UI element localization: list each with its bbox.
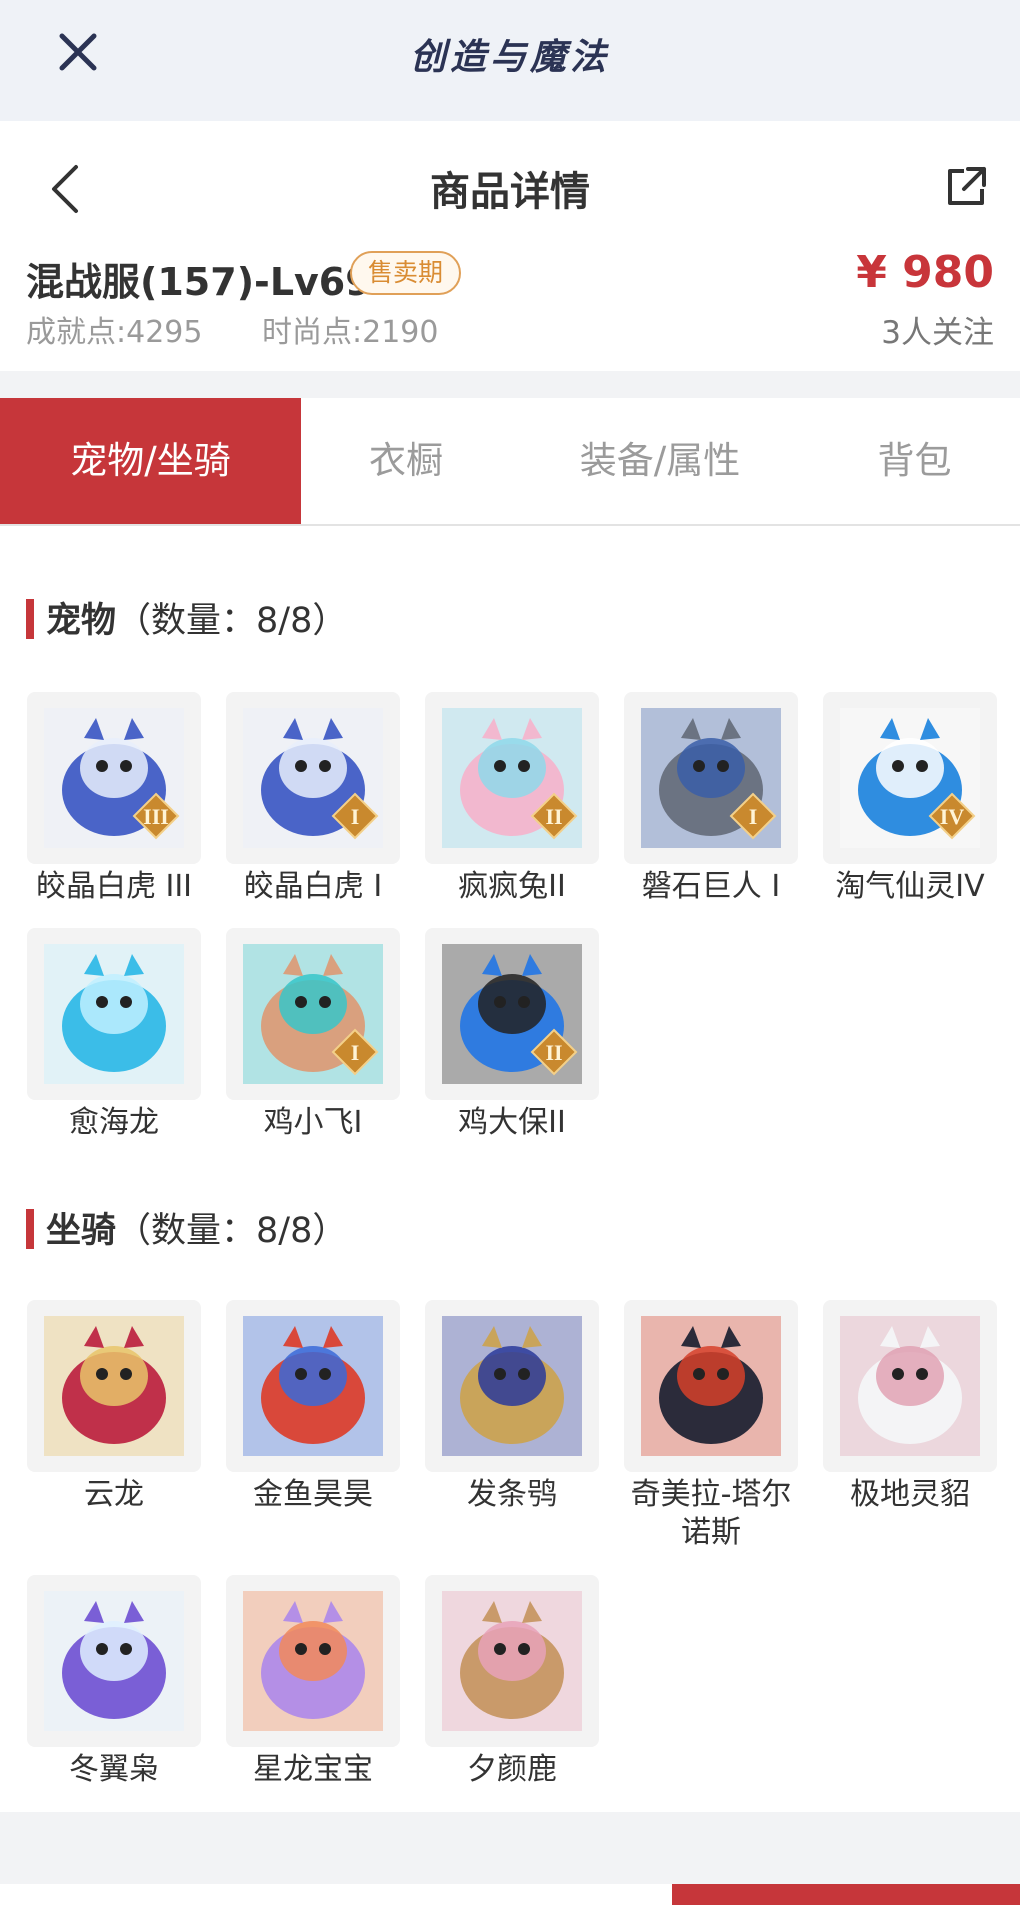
mounts-item[interactable]: 冬翼枭: [27, 1575, 201, 1789]
item-image: II: [425, 928, 599, 1100]
creature-icon: [442, 1316, 582, 1456]
tab-pets-mounts[interactable]: 宠物/坐骑: [0, 398, 301, 524]
tab-backpack[interactable]: 背包: [809, 398, 1020, 524]
item-image: [624, 1300, 798, 1472]
item-image: [425, 1575, 599, 1747]
pets-item[interactable]: IV 淘气仙灵IV: [823, 692, 997, 906]
fashion-points: 时尚点:2190: [262, 315, 439, 350]
divider: [0, 371, 1020, 398]
item-image: I: [226, 928, 400, 1100]
mounts-item[interactable]: 金鱼昊昊: [226, 1300, 400, 1514]
item-label: 发条鸮: [467, 1477, 557, 1512]
tab-equipment[interactable]: 装备/属性: [511, 398, 809, 524]
nav-header: 商品详情: [0, 121, 1020, 251]
pets-section-title: 宠物（数量：8/8）: [26, 598, 347, 644]
item-label: 星龙宝宝: [253, 1752, 373, 1787]
pets-item[interactable]: II 疯疯兔II: [425, 692, 599, 906]
bottom-action-bar: [0, 1884, 1020, 1905]
creature-icon: [44, 944, 184, 1084]
mounts-section-title: 坐骑（数量：8/8）: [26, 1208, 347, 1254]
mounts-item[interactable]: 云龙: [27, 1300, 201, 1514]
svg-text:I: I: [351, 1040, 360, 1065]
section-marker: [26, 599, 34, 639]
creature-icon: I: [641, 708, 781, 848]
app-title: 创造与魔法: [409, 36, 610, 78]
item-image: I: [226, 692, 400, 864]
app-bar: 创造与魔法: [0, 0, 1020, 121]
mounts-item[interactable]: 夕颜鹿: [425, 1575, 599, 1789]
svg-text:III: III: [143, 804, 169, 829]
pets-item[interactable]: II 鸡大保II: [425, 928, 599, 1142]
item-image: [425, 1300, 599, 1472]
status-badge: 售卖期: [350, 251, 462, 295]
item-label: 鸡小飞I: [263, 1105, 363, 1140]
svg-text:I: I: [351, 804, 360, 829]
item-label: 磐石巨人 I: [641, 869, 781, 904]
pets-item[interactable]: III 皎晶白虎 III: [27, 692, 201, 906]
creature-icon: [641, 1316, 781, 1456]
creature-icon: [243, 1316, 383, 1456]
mounts-title: 坐骑: [46, 1211, 117, 1251]
mounts-item[interactable]: 极地灵貂: [823, 1300, 997, 1514]
mounts-item[interactable]: 奇美拉-塔尔诺斯: [624, 1300, 798, 1552]
svg-text:II: II: [545, 804, 562, 829]
item-label: 冬翼枭: [69, 1752, 159, 1787]
product-name: 混战服(157)-Lv69: [26, 260, 372, 304]
follower-count: 3人关注: [881, 315, 994, 351]
item-label: 极地灵貂: [850, 1477, 970, 1512]
svg-text:I: I: [749, 804, 758, 829]
pets-title: 宠物: [46, 601, 117, 641]
mounts-count: （数量：8/8）: [116, 1211, 348, 1251]
buy-button[interactable]: [672, 1884, 1020, 1905]
item-image: [226, 1575, 400, 1747]
pets-item[interactable]: I 磐石巨人 I: [624, 692, 798, 906]
item-label: 淘气仙灵IV: [835, 869, 985, 904]
item-image: III: [27, 692, 201, 864]
creature-icon: [442, 1591, 582, 1731]
item-image: II: [425, 692, 599, 864]
svg-text:IV: IV: [940, 804, 965, 829]
creature-icon: [44, 1591, 184, 1731]
creature-icon: [243, 1591, 383, 1731]
item-label: 夕颜鹿: [467, 1752, 557, 1787]
item-image: [27, 928, 201, 1100]
creature-icon: [840, 1316, 980, 1456]
creature-icon: II: [442, 944, 582, 1084]
item-image: [27, 1575, 201, 1747]
pets-item[interactable]: I 皎晶白虎 I: [226, 692, 400, 906]
pets-count: （数量：8/8）: [116, 601, 348, 641]
creature-icon: II: [442, 708, 582, 848]
svg-text:II: II: [545, 1040, 562, 1065]
pets-item[interactable]: I 鸡小飞I: [226, 928, 400, 1142]
item-image: I: [624, 692, 798, 864]
creature-icon: I: [243, 944, 383, 1084]
item-label: 皎晶白虎 I: [243, 869, 383, 904]
item-image: [27, 1300, 201, 1472]
section-marker: [26, 1209, 34, 1249]
page-title: 商品详情: [430, 169, 590, 215]
achievement-points: 成就点:4295: [26, 315, 203, 350]
pets-item[interactable]: 愈海龙: [27, 928, 201, 1142]
creature-icon: III: [44, 708, 184, 848]
mounts-item[interactable]: 星龙宝宝: [226, 1575, 400, 1789]
item-label: 金鱼昊昊: [253, 1477, 373, 1512]
item-label: 皎晶白虎 III: [35, 869, 193, 904]
item-label: 疯疯兔II: [458, 869, 566, 904]
creature-icon: [44, 1316, 184, 1456]
item-image: IV: [823, 692, 997, 864]
item-label: 云龙: [84, 1477, 144, 1512]
product-summary: 混战服(157)-Lv69 售卖期 成就点:4295 时尚点:2190 ¥ 98…: [0, 247, 1020, 371]
price: ¥ 980: [856, 247, 994, 298]
creature-icon: I: [243, 708, 383, 848]
tab-bar: 宠物/坐骑 衣橱 装备/属性 背包: [0, 398, 1020, 526]
item-label: 奇美拉-塔尔诺斯: [630, 1477, 792, 1550]
tab-wardrobe[interactable]: 衣橱: [301, 398, 511, 524]
item-label: 愈海龙: [69, 1105, 159, 1140]
item-label: 鸡大保II: [458, 1105, 566, 1140]
item-image: [823, 1300, 997, 1472]
creature-icon: IV: [840, 708, 980, 848]
share-icon[interactable]: [944, 165, 988, 209]
item-image: [226, 1300, 400, 1472]
mounts-item[interactable]: 发条鸮: [425, 1300, 599, 1514]
